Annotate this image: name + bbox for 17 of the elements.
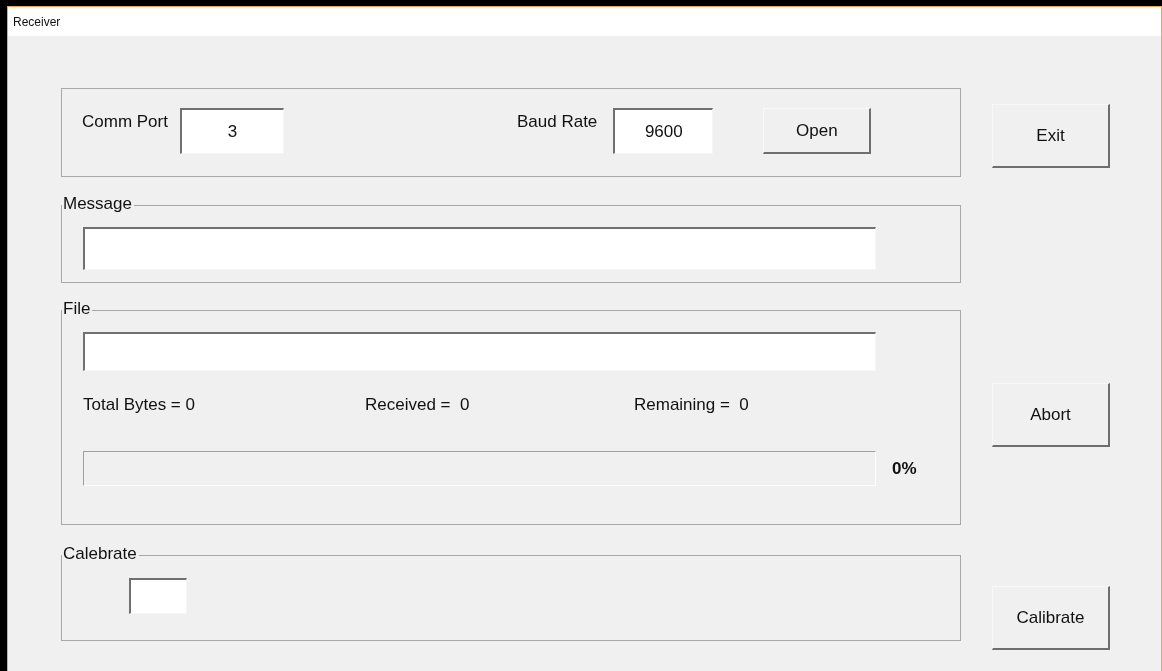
calibrate-field[interactable] bbox=[129, 578, 187, 614]
file-field[interactable] bbox=[83, 332, 876, 371]
group-label: Message bbox=[62, 194, 134, 214]
action-button[interactable]: Abort bbox=[992, 383, 1110, 447]
baud-rate-field[interactable]: 9600 bbox=[613, 108, 714, 154]
open-button[interactable]: Open bbox=[763, 108, 872, 154]
progress-percent: 0% bbox=[892, 459, 917, 479]
comm-port-field[interactable]: 3 bbox=[179, 108, 284, 154]
action-button[interactable]: Exit bbox=[992, 104, 1110, 168]
byte-count-text: Total Bytes = 0 bbox=[83, 395, 196, 415]
window-title: Receiver bbox=[13, 14, 61, 29]
byte-count-text: Remaining = 0 bbox=[634, 395, 750, 415]
message-field[interactable] bbox=[83, 227, 876, 270]
action-button[interactable]: Calibrate bbox=[992, 586, 1110, 650]
comm-port-label: Comm Port bbox=[82, 112, 168, 132]
byte-count-text: Received = 0 bbox=[365, 395, 471, 415]
baud-rate-label: Baud Rate bbox=[516, 112, 598, 132]
